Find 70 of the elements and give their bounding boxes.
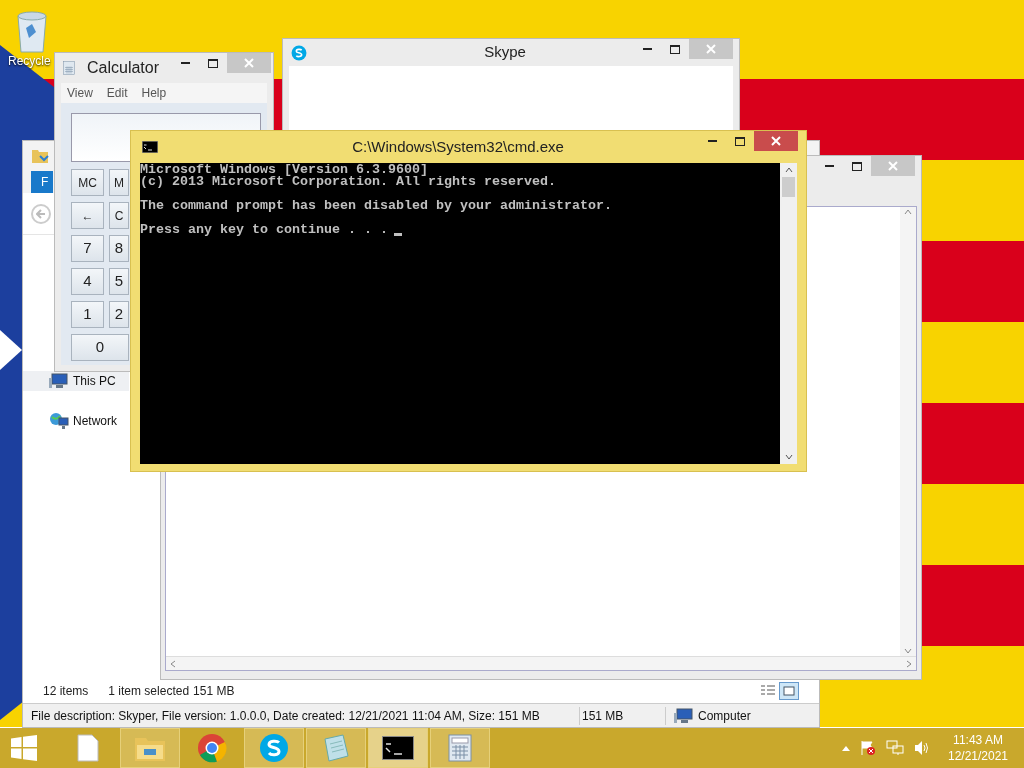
calculator-icon: [448, 734, 472, 762]
network-icon: [49, 412, 69, 430]
close-icon: [706, 44, 716, 54]
console-text: Press any key to continue . . .: [140, 224, 388, 236]
close-icon: [888, 161, 898, 171]
scroll-up-icon[interactable]: [784, 167, 793, 173]
selection-size: 151 MB: [193, 683, 235, 700]
skype-icon: [259, 733, 289, 763]
computer-icon: [49, 373, 69, 389]
back-button[interactable]: [31, 203, 51, 224]
calculator-key[interactable]: ←: [71, 202, 104, 229]
calculator-key[interactable]: M: [109, 169, 129, 196]
nav-item[interactable]: Network: [23, 411, 129, 431]
calculator-key[interactable]: 8: [109, 235, 129, 262]
recycle-bin-icon[interactable]: [14, 8, 50, 54]
calculator-key[interactable]: 4: [71, 268, 104, 295]
windows-logo-icon: [11, 735, 37, 761]
scroll-thumb[interactable]: [782, 177, 795, 197]
calculator-key[interactable]: MC: [71, 169, 104, 196]
text-cursor: [393, 233, 402, 236]
large-icons-view-icon[interactable]: [779, 682, 799, 700]
window-title: C:\Windows\System32\cmd.exe: [351, 136, 565, 157]
vertical-scrollbar[interactable]: [780, 163, 797, 464]
speaker-icon[interactable]: [914, 740, 930, 756]
item-count: 12 items: [43, 683, 89, 700]
computer-icon: [674, 707, 694, 724]
console-text: Microsoft Windows [Version 6.3.9600]: [140, 164, 428, 176]
window-title: Calculator: [86, 58, 159, 78]
horizontal-scrollbar[interactable]: [166, 656, 916, 670]
flag-icon[interactable]: [860, 740, 876, 756]
calculator-key[interactable]: C: [109, 202, 129, 229]
close-icon: [244, 58, 254, 68]
calculator-key[interactable]: 1: [71, 301, 104, 328]
menu-item[interactable]: Edit: [106, 84, 128, 102]
network-icon[interactable]: [886, 740, 904, 756]
window-title: Skype: [483, 42, 527, 63]
calculator-key[interactable]: 0: [71, 334, 129, 361]
selection-status: 1 item selected: [108, 683, 190, 700]
vertical-scrollbar[interactable]: [900, 207, 916, 656]
zone-label: Computer: [698, 707, 751, 725]
terminal-icon: [142, 141, 158, 153]
calculator-key[interactable]: 2: [109, 301, 129, 328]
terminal-icon: [382, 736, 414, 760]
scroll-right-icon[interactable]: [906, 659, 912, 668]
close-icon: [771, 136, 781, 146]
scroll-down-icon[interactable]: [904, 648, 912, 654]
skype-icon: [291, 44, 307, 61]
scroll-up-icon[interactable]: [904, 209, 912, 215]
calculator-icon: [63, 59, 75, 77]
notepad-icon: [321, 734, 351, 762]
browser-icon: [197, 733, 227, 763]
file-size: 151 MB: [579, 706, 665, 725]
document-icon: [77, 734, 99, 762]
scroll-left-icon[interactable]: [170, 659, 176, 668]
close-button[interactable]: [754, 131, 798, 151]
details-view-icon[interactable]: [759, 682, 777, 698]
nav-item[interactable]: This PC: [23, 371, 129, 391]
show-hidden-icons-icon[interactable]: [842, 745, 850, 751]
console-text: The command prompt has been disabled by your administrator.: [140, 200, 612, 212]
calculator-key[interactable]: 5: [109, 268, 129, 295]
folder-icon: [31, 147, 49, 165]
menu-item[interactable]: View: [67, 84, 93, 102]
calculator-key[interactable]: 7: [71, 235, 104, 262]
scroll-down-icon[interactable]: [784, 454, 793, 460]
file-tab[interactable]: F: [31, 171, 53, 193]
back-arrow-icon: [36, 208, 46, 219]
console-text: (c) 2013 Microsoft Corporation. All rights reserved.: [140, 176, 556, 188]
menu-item[interactable]: Help: [141, 84, 167, 102]
file-details: File description: Skyper, File version: 1.0.0.0, Date created: 12/21/2021 11:04 AM, Size: 151 MB: [30, 707, 541, 725]
taskbar-button[interactable]: [368, 728, 428, 768]
